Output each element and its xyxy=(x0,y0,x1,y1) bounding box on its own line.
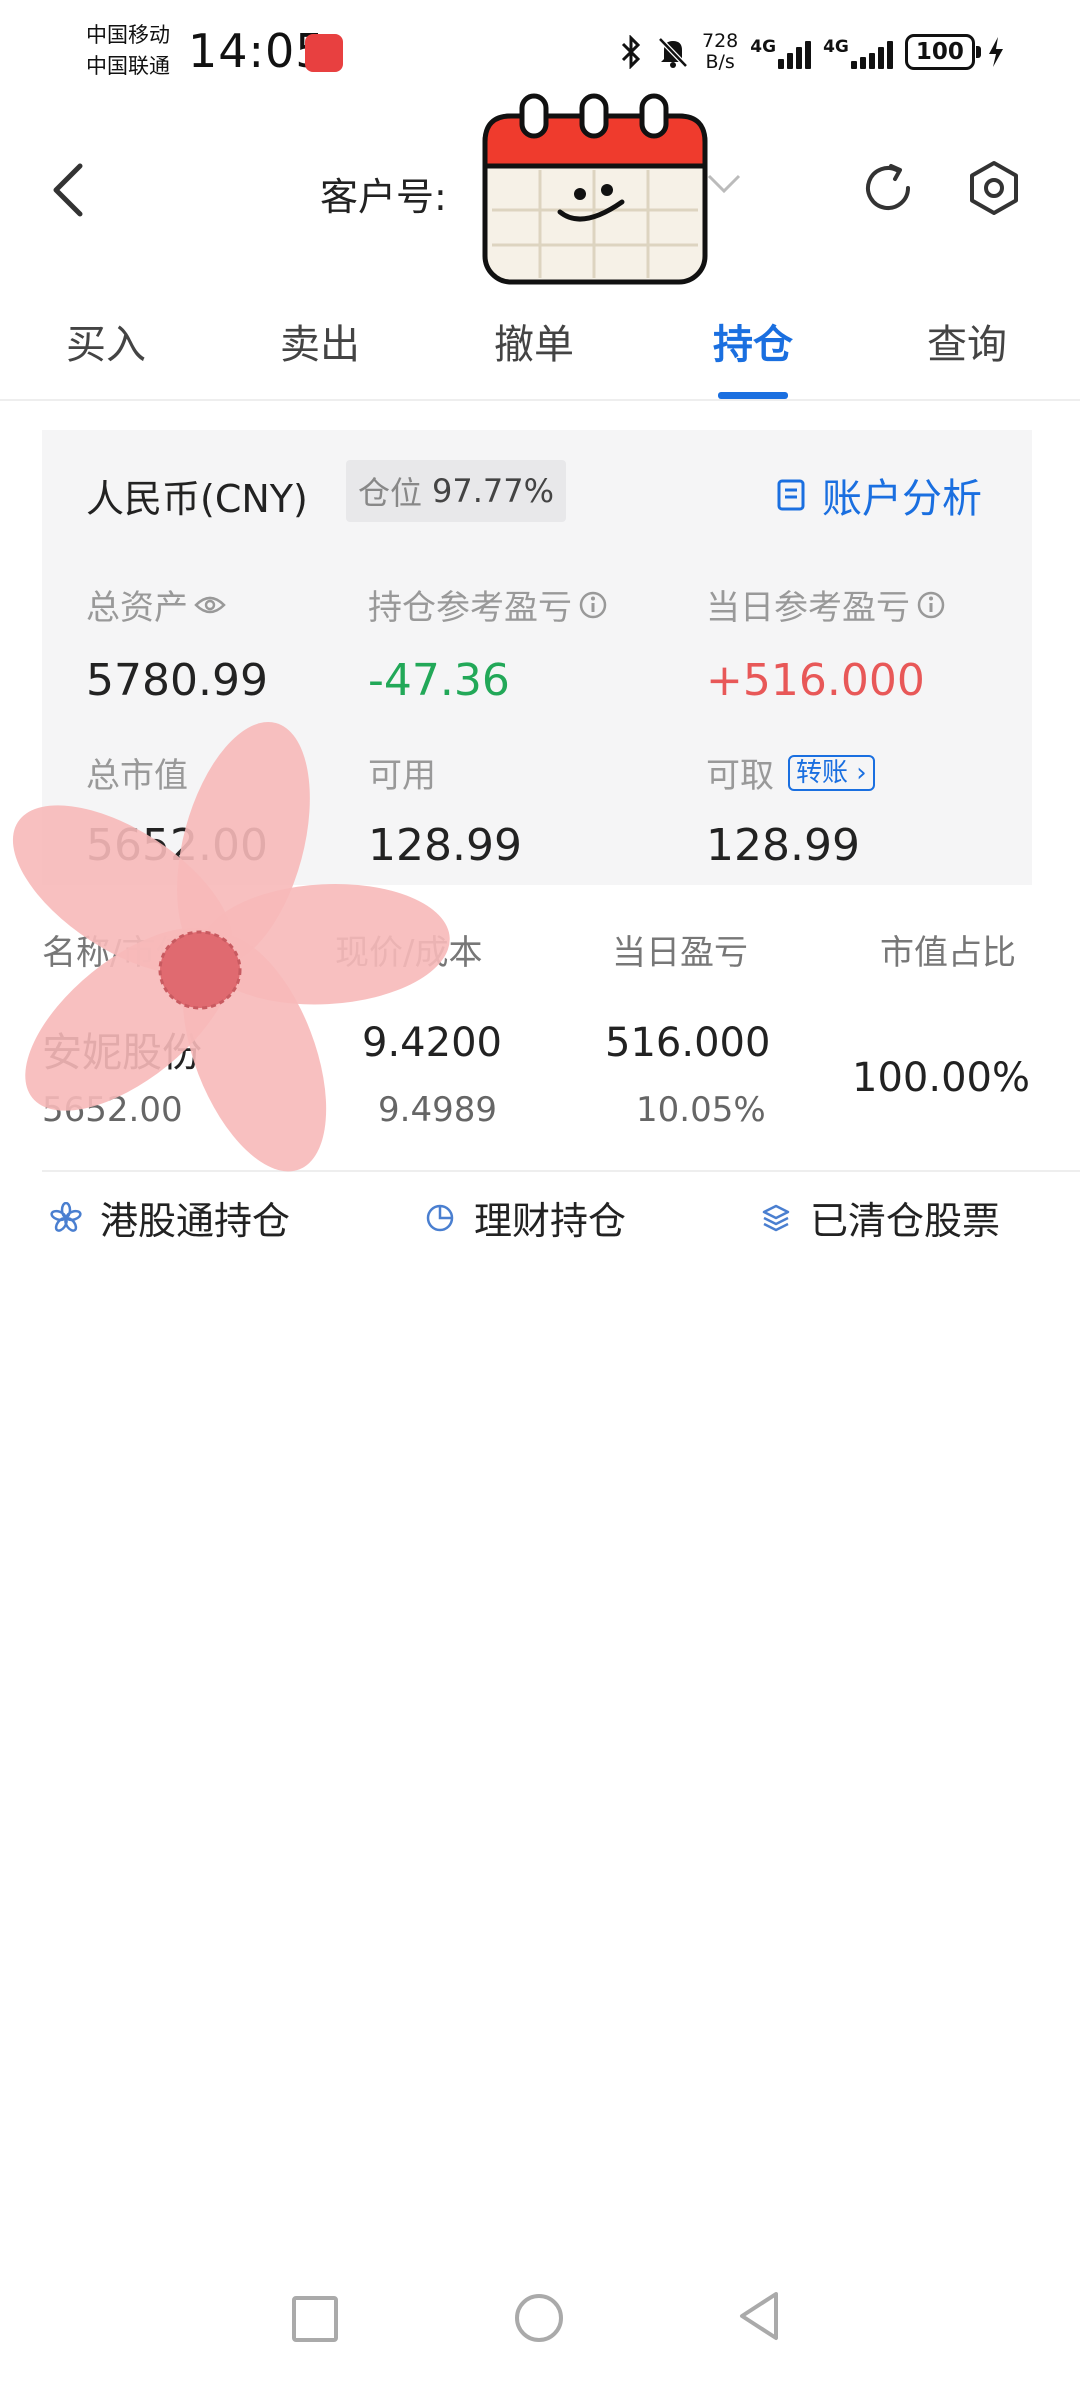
pie-chart-icon xyxy=(426,1204,454,1231)
col-header-price: 现价/成本 xyxy=(335,933,483,973)
position-badge: 仓位 97.77% xyxy=(346,460,566,522)
net-type-2: 4G xyxy=(823,37,849,57)
net-speed-value: 728 xyxy=(702,30,739,52)
status-icons: 728 B/s 4G 4G 100 xyxy=(618,28,1005,76)
home-icon[interactable] xyxy=(515,2294,563,2342)
total-assets-label: 总资产 xyxy=(86,588,188,628)
currency-label: 人民币(CNY) xyxy=(86,477,308,521)
stock-cost: 9.4989 xyxy=(378,1090,497,1130)
refresh-icon[interactable] xyxy=(858,158,918,218)
hk-holdings-link[interactable]: 港股通持仓 xyxy=(50,1190,290,1245)
position-label: 仓位 xyxy=(357,474,422,512)
stock-daily-pl-pct: 10.05% xyxy=(636,1090,766,1130)
account-analysis-label: 账户分析 xyxy=(822,476,982,522)
trade-tabs: 买入 卖出 撤单 持仓 查询 xyxy=(0,300,1080,400)
tab-query[interactable]: 查询 xyxy=(897,312,1037,370)
info-icon[interactable] xyxy=(578,590,608,620)
recent-apps-icon[interactable] xyxy=(292,2296,338,2342)
stock-market-value: 5652.00 xyxy=(42,1090,183,1130)
tab-cancel[interactable]: 撤单 xyxy=(464,312,604,370)
daily-pl-label: 当日参考盈亏 xyxy=(706,588,910,628)
available-label: 可用 xyxy=(368,756,436,796)
tab-sell[interactable]: 卖出 xyxy=(250,312,390,370)
holding-pl-label: 持仓参考盈亏 xyxy=(368,588,572,628)
carrier-2: 中国联通 xyxy=(86,54,170,78)
charging-icon xyxy=(988,37,1003,67)
table-row[interactable]: 安妮股份 5652.00 9.4200 9.4989 516.000 10.05… xyxy=(0,1010,1080,1170)
net-speed-unit: B/s xyxy=(705,51,735,73)
stock-name: 安妮股份 xyxy=(42,1030,202,1076)
bluetooth-icon xyxy=(621,35,641,69)
tab-buy[interactable]: 买入 xyxy=(36,312,176,370)
flower-icon xyxy=(50,1201,82,1232)
total-assets-value: 5780.99 xyxy=(86,655,268,706)
hk-holdings-label: 港股通持仓 xyxy=(100,1199,291,1243)
net-speed: 728 B/s xyxy=(702,31,738,73)
settings-icon[interactable] xyxy=(964,158,1024,218)
app-notification-icon xyxy=(305,34,343,72)
col-header-ratio: 市值占比 xyxy=(880,933,1016,973)
eye-icon[interactable] xyxy=(194,594,226,616)
withdrawable-label-group: 可取 转账 › xyxy=(706,748,875,797)
tab-active-indicator xyxy=(718,392,788,399)
carrier-1: 中国移动 xyxy=(86,23,170,47)
holding-pl-value: -47.36 xyxy=(368,655,510,706)
row-divider xyxy=(42,1170,1080,1172)
bell-mute-icon xyxy=(658,37,688,68)
cleared-stocks-link[interactable]: 已清仓股票 xyxy=(760,1190,1000,1245)
battery-indicator: 100 xyxy=(904,34,981,70)
signal-2: 4G xyxy=(823,35,893,69)
signal-1: 4G xyxy=(750,35,812,69)
daily-pl-value: +516.000 xyxy=(706,655,925,706)
total-assets-label-group: 总资产 xyxy=(86,580,226,629)
cleared-stocks-label: 已清仓股票 xyxy=(810,1199,1001,1243)
chevron-down-icon[interactable] xyxy=(706,172,742,196)
wealth-holdings-label: 理财持仓 xyxy=(474,1199,627,1243)
signal-bars-icon xyxy=(850,35,893,69)
tab-divider xyxy=(0,399,1080,401)
info-icon[interactable] xyxy=(916,590,946,620)
position-value: 97.77% xyxy=(432,472,555,510)
market-value-label: 总市值 xyxy=(86,756,188,796)
calendar-sticker-icon xyxy=(482,93,708,285)
back-nav-icon[interactable] xyxy=(736,2290,782,2342)
transfer-label: 转账 xyxy=(796,757,849,788)
wealth-holdings-link[interactable]: 理财持仓 xyxy=(424,1190,626,1245)
carrier-labels: 中国移动 中国联通 xyxy=(86,20,170,82)
holding-pl-label-group: 持仓参考盈亏 xyxy=(368,580,608,629)
account-analysis-link[interactable]: 账户分析 xyxy=(776,466,982,524)
back-icon[interactable] xyxy=(40,160,100,220)
col-header-name: 名称/市值 xyxy=(42,933,190,973)
transfer-button[interactable]: 转账 › xyxy=(788,754,875,791)
withdrawable-label: 可取 xyxy=(706,756,774,796)
stock-daily-pl: 516.000 xyxy=(605,1020,771,1066)
col-header-daily-pl: 当日盈亏 xyxy=(612,933,748,973)
customer-number-label: 客户号: xyxy=(320,175,447,219)
net-type-1: 4G xyxy=(750,37,777,57)
document-icon xyxy=(777,479,805,511)
withdrawable-value: 128.99 xyxy=(706,820,860,871)
available-value: 128.99 xyxy=(368,820,522,871)
stock-ratio: 100.00% xyxy=(852,1055,1030,1101)
stock-price: 9.4200 xyxy=(362,1020,502,1066)
tab-holdings[interactable]: 持仓 xyxy=(683,312,823,370)
daily-pl-label-group: 当日参考盈亏 xyxy=(706,580,946,629)
layers-icon xyxy=(762,1204,790,1231)
signal-bars-icon xyxy=(778,35,812,69)
market-value-value: 5652.00 xyxy=(86,820,268,871)
